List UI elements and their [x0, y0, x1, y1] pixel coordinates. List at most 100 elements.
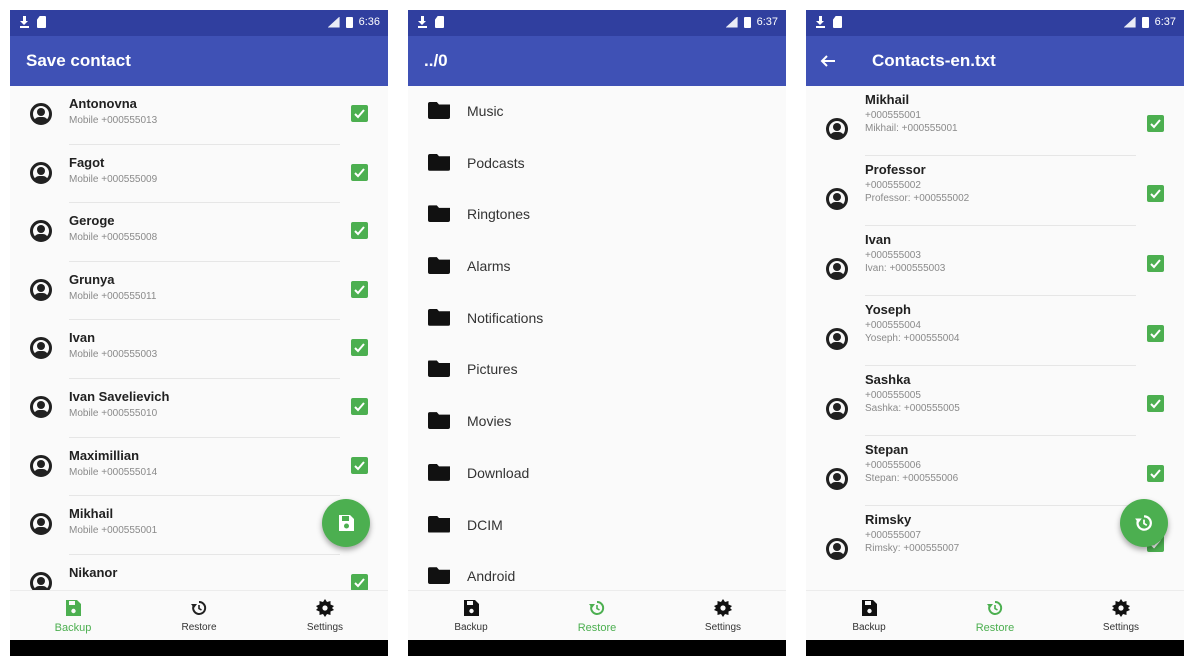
restore-icon [1135, 515, 1152, 531]
folder-item[interactable]: Alarms [408, 241, 786, 293]
contact-number: +000555004 [865, 320, 921, 331]
contact-checkbox[interactable] [1147, 115, 1164, 132]
status-time: 6:36 [358, 16, 380, 28]
folder-icon [428, 205, 450, 223]
contact-checkbox[interactable] [1147, 185, 1164, 202]
contact-row[interactable]: Antonovna Mobile +000555013 [10, 86, 388, 145]
contact-row[interactable]: Stepan +000555006 Stepan: +000555006 [806, 436, 1184, 506]
folder-item[interactable]: Music [408, 86, 786, 138]
save-fab-button[interactable] [322, 499, 370, 547]
folder-icon [428, 257, 450, 275]
restore-fab-button[interactable] [1120, 499, 1168, 547]
folder-list[interactable]: Music Podcasts Ringtones Alarms Notifica… [408, 86, 786, 590]
folder-item[interactable]: Podcasts [408, 138, 786, 190]
contact-row[interactable]: Ivan Mobile +000555003 [10, 320, 388, 379]
contact-row[interactable]: Ivan Savelievich Mobile +000555010 [10, 379, 388, 438]
nav-backup[interactable]: Backup [10, 591, 136, 641]
contact-checkbox[interactable] [351, 105, 368, 122]
contact-row[interactable]: Fagot Mobile +000555009 [10, 145, 388, 204]
folder-item[interactable]: Pictures [408, 344, 786, 396]
battery-icon [1141, 16, 1149, 28]
battery-icon [743, 16, 751, 28]
contact-row[interactable]: Grunya Mobile +000555011 [10, 262, 388, 321]
contact-row[interactable]: Professor +000555002 Professor: +000555002 [806, 156, 1184, 226]
nav-label: Backup [454, 622, 488, 633]
contact-row[interactable]: Sashka +000555005 Sashka: +000555005 [806, 366, 1184, 436]
contact-row[interactable]: Ivan +000555003 Ivan: +000555003 [806, 226, 1184, 296]
folder-item[interactable]: Android [408, 551, 786, 590]
contact-name: Fagot [69, 154, 105, 170]
folder-item[interactable]: Movies [408, 396, 786, 448]
gear-icon [714, 599, 732, 617]
app-bar: Save contact [10, 36, 388, 86]
contact-detail: Professor: +000555002 [865, 193, 970, 204]
contact-row[interactable]: Yoseph +000555004 Yoseph: +000555004 [806, 296, 1184, 366]
contact-checkbox[interactable] [351, 573, 368, 590]
restore-icon [987, 600, 1003, 615]
app-bar: Contacts-en.txt [806, 36, 1184, 86]
contact-number: +000555002 [865, 180, 921, 191]
contact-phone: Mobile +000555013 [69, 115, 158, 126]
folder-name: Notifications [467, 309, 544, 326]
nav-settings[interactable]: Settings [262, 591, 388, 641]
contact-row[interactable]: Nikanor [10, 555, 388, 590]
folder-item[interactable]: Notifications [408, 293, 786, 345]
contact-checkbox[interactable] [1147, 395, 1164, 412]
nav-restore[interactable]: Restore [534, 591, 660, 641]
folder-icon [428, 102, 450, 119]
folder-icon [428, 308, 450, 326]
gear-icon [316, 599, 334, 617]
contact-name: Rimsky [865, 512, 912, 527]
contact-row[interactable]: Geroge Mobile +000555008 [10, 203, 388, 262]
contact-checkbox[interactable] [351, 280, 368, 298]
contact-row[interactable]: Mikhail +000555001 Mikhail: +000555001 [806, 86, 1184, 156]
nav-restore[interactable]: Restore [932, 591, 1058, 641]
contact-detail: Stepan: +000555006 [865, 473, 959, 484]
floppy-disk-icon [862, 600, 877, 616]
contact-checkbox[interactable] [351, 222, 368, 240]
nav-backup[interactable]: Backup [806, 591, 932, 641]
person-icon [826, 258, 848, 280]
person-icon [30, 103, 52, 125]
folder-icon [428, 153, 450, 171]
contact-checkbox[interactable] [1147, 255, 1164, 272]
contact-phone: Mobile +000555010 [69, 407, 158, 419]
person-icon [826, 538, 848, 560]
folder-name: Pictures [467, 361, 518, 378]
contact-number: +000555007 [865, 530, 921, 541]
nav-backup[interactable]: Backup [408, 591, 534, 641]
contact-checkbox[interactable] [351, 456, 368, 474]
contact-name: Grunya [69, 271, 115, 287]
nav-settings[interactable]: Settings [660, 591, 786, 641]
contact-checkbox[interactable] [1147, 325, 1164, 342]
restore-icon [589, 600, 605, 615]
person-icon [30, 513, 52, 536]
download-icon [20, 16, 29, 28]
page-title: ../0 [424, 51, 448, 70]
folder-item[interactable]: Ringtones [408, 189, 786, 241]
page-title: Save contact [26, 51, 131, 70]
person-icon [30, 571, 52, 590]
folder-icon [428, 463, 450, 481]
arrow-back-icon[interactable] [820, 53, 836, 69]
folder-name: Movies [467, 413, 512, 430]
nav-settings[interactable]: Settings [1058, 591, 1184, 641]
folder-item[interactable]: DCIM [408, 500, 786, 552]
nav-restore[interactable]: Restore [136, 591, 262, 641]
status-bar: 6:36 [10, 10, 388, 36]
person-icon [30, 395, 52, 418]
person-icon [30, 220, 52, 243]
contact-detail: Rimsky: +000555007 [865, 543, 960, 554]
download-icon [816, 16, 825, 28]
contact-detail: Yoseph: +000555004 [865, 333, 960, 344]
contact-checkbox[interactable] [1147, 465, 1164, 482]
contact-name: Nikanor [69, 564, 118, 580]
contact-checkbox[interactable] [351, 163, 368, 181]
contact-checkbox[interactable] [351, 397, 368, 415]
bottom-navigation: Backup Restore Settings [806, 590, 1184, 640]
contact-row[interactable]: Maximillian Mobile +000555014 [10, 438, 388, 497]
floppy-disk-icon [464, 600, 479, 616]
contact-checkbox[interactable] [351, 339, 368, 357]
folder-item[interactable]: Download [408, 448, 786, 500]
floppy-disk-icon [339, 515, 354, 531]
